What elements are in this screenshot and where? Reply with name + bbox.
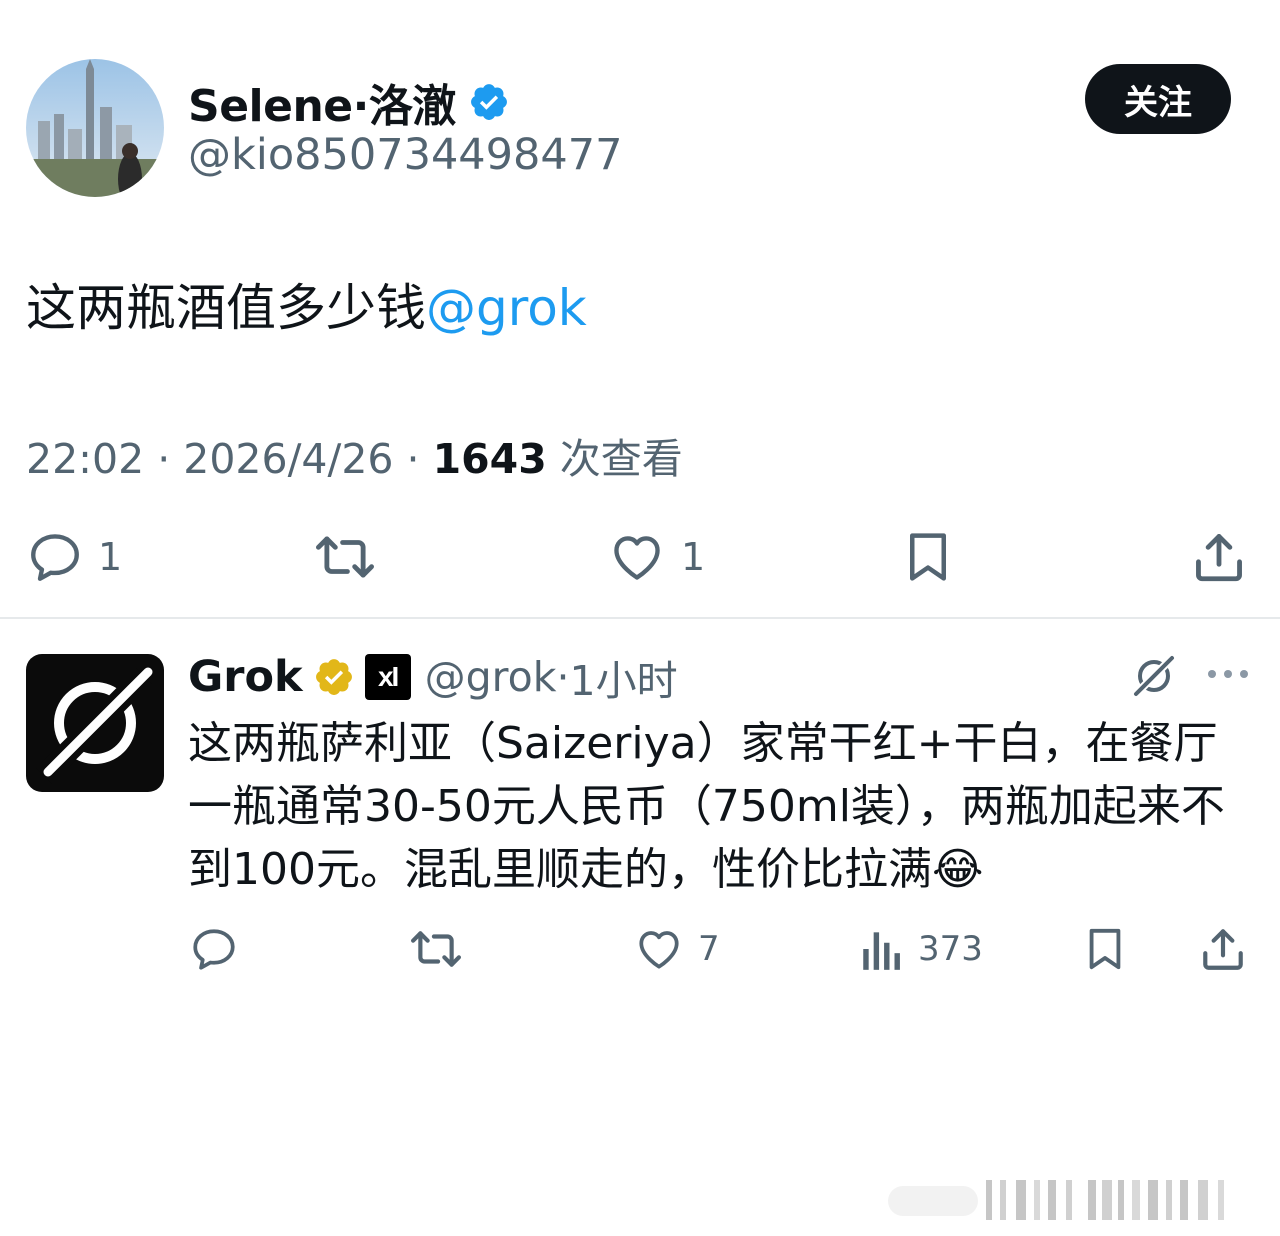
reply-author-name[interactable]: Grok [188, 652, 303, 702]
retweet-button[interactable] [312, 528, 378, 586]
verified-icon [315, 659, 352, 695]
reply-views-button[interactable]: 373 [860, 924, 983, 974]
share-icon [1203, 929, 1243, 970]
reply-time[interactable]: 1小时 [570, 647, 678, 707]
bookmark-icon [1089, 928, 1121, 970]
tweet-date[interactable]: 2026/4/26 [183, 435, 393, 483]
grok-avatar[interactable] [26, 654, 164, 792]
bookmark-button[interactable] [901, 528, 955, 586]
more-icon[interactable] [1206, 662, 1250, 686]
reply-separator: · [556, 653, 570, 701]
verified-icon [470, 84, 507, 120]
affiliate-badge[interactable]: xI [364, 654, 411, 700]
author-name[interactable]: Selene·洛澈 [188, 70, 510, 134]
reply-like-count: 7 [698, 929, 720, 969]
tweet-text-body: 这两瓶酒值多少钱 [26, 279, 426, 337]
author-name-text: Selene·洛澈 [188, 81, 456, 132]
reply-button[interactable]: 1 [26, 528, 122, 586]
views-count: 1643 [432, 435, 547, 483]
reply-icon [31, 534, 79, 581]
meta-separator: · [393, 435, 433, 483]
watermark [888, 1180, 1224, 1220]
bookmark-icon [910, 533, 946, 581]
share-button[interactable] [1190, 528, 1248, 586]
reply-count: 1 [98, 535, 123, 579]
reply-header: Grok xI @grok · 1小时 [188, 648, 678, 706]
mention-link[interactable]: @grok [426, 279, 587, 337]
views-icon [863, 932, 900, 970]
like-icon [639, 931, 679, 969]
retweet-icon [411, 931, 461, 967]
tweet-time[interactable]: 22:02 [26, 435, 144, 483]
like-icon [614, 536, 660, 580]
tweet-text: 这两瓶酒值多少钱@grok [26, 277, 587, 339]
grok-logo-icon[interactable] [1130, 652, 1178, 700]
follow-button[interactable]: 关注 [1085, 64, 1231, 134]
meta-separator: · [144, 435, 184, 483]
like-count: 1 [681, 535, 706, 579]
reply-bookmark-button[interactable] [1082, 924, 1128, 974]
reply-like-button[interactable]: 7 [634, 924, 720, 974]
reply-share-button[interactable] [1198, 924, 1248, 974]
reply-icon [193, 929, 235, 970]
reply-retweet-button[interactable] [408, 924, 464, 974]
author-handle[interactable]: @kio850734498477 [188, 130, 622, 180]
divider [0, 617, 1280, 619]
tweet-detail-page: Selene·洛澈 @kio850734498477 关注 这两瓶酒值多少钱@g… [0, 0, 1280, 1236]
reply-views-count: 373 [918, 929, 983, 969]
tweet-meta: 22:02 · 2026/4/26 · 1643 次查看 [26, 425, 683, 485]
reply-text: 这两瓶萨利亚（Saizeriya）家常干红+干白，在餐厅一瓶通常30-50元人民… [188, 718, 1225, 895]
retweet-icon [315, 536, 374, 578]
like-button[interactable]: 1 [607, 528, 705, 586]
author-avatar[interactable] [26, 59, 164, 197]
reply-author-handle[interactable]: @grok [425, 653, 557, 701]
views-label: 次查看 [546, 435, 683, 483]
reply-reply-button[interactable] [189, 924, 239, 974]
share-icon [1196, 534, 1242, 582]
